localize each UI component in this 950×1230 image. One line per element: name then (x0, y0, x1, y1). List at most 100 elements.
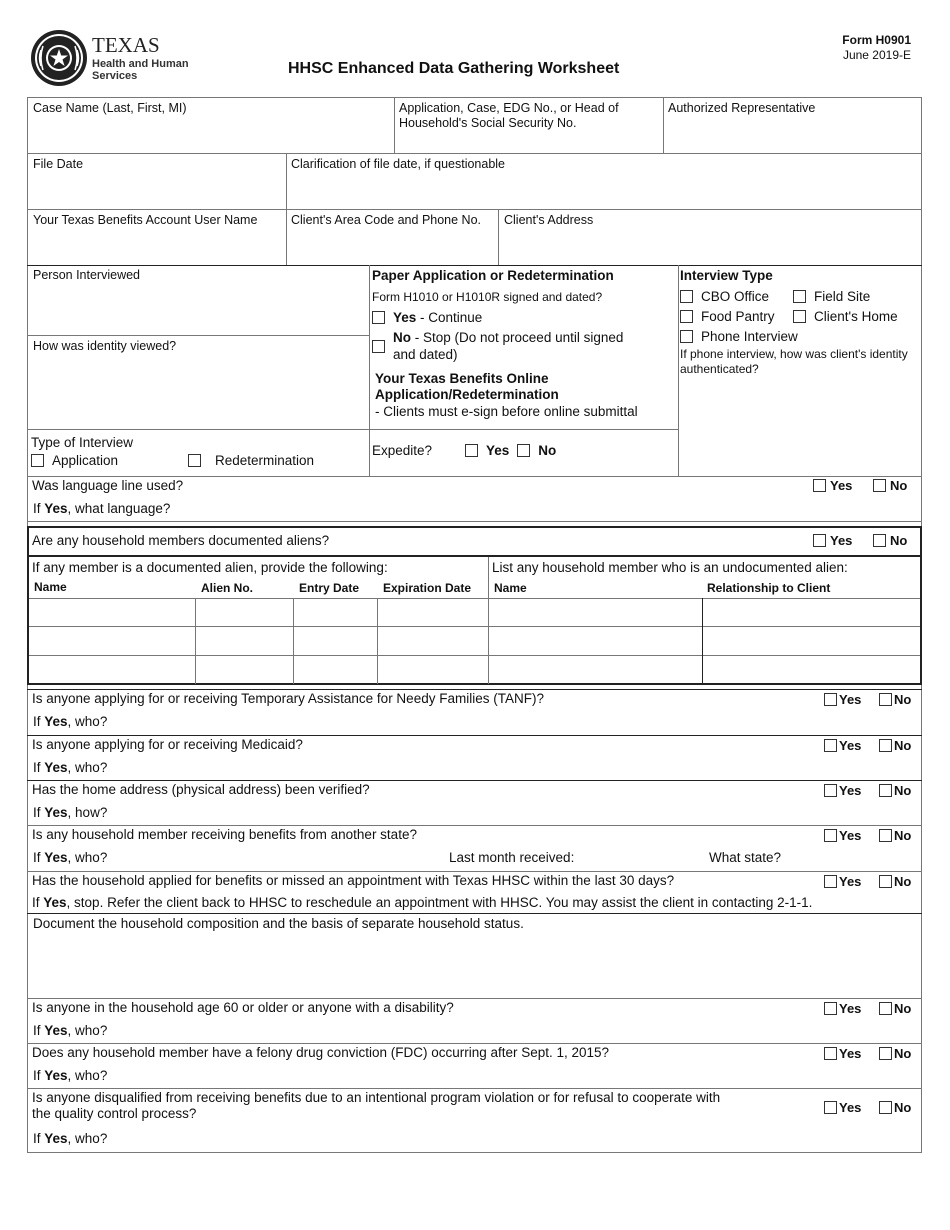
aliens-no-checkbox[interactable] (873, 534, 886, 547)
aliens-no[interactable]: No (873, 533, 907, 548)
expedite-no-checkbox[interactable] (517, 444, 531, 457)
applied-30-days-no-checkbox[interactable] (879, 875, 892, 888)
fdc-followup-field[interactable]: If Yes, who? (33, 1067, 107, 1084)
language-yes-checkbox[interactable] (813, 479, 826, 492)
field-site-checkbox[interactable] (793, 290, 806, 303)
alien-cell-expiration-date[interactable] (378, 627, 488, 653)
alien-cell-name[interactable] (30, 627, 195, 653)
age60-yes-checkbox[interactable] (824, 1002, 837, 1015)
expedite-yes-checkbox[interactable] (465, 444, 478, 457)
interview-option-clients-home[interactable]: Client's Home (793, 309, 898, 324)
file-date-clarification-field[interactable]: Clarification of file date, if questiona… (291, 157, 916, 205)
address-verified-followup-field[interactable]: If Yes, how? (33, 804, 107, 821)
clients-home-checkbox[interactable] (793, 310, 806, 323)
address-verified-no[interactable]: No (879, 783, 911, 798)
address-verified-no-checkbox[interactable] (879, 784, 892, 797)
language-yes[interactable]: Yes (813, 478, 852, 493)
medicaid-yes-checkbox[interactable] (824, 739, 837, 752)
alien-cell-entry-date[interactable] (294, 656, 377, 682)
alien-cell-name[interactable] (30, 656, 195, 682)
fdc-yes[interactable]: Yes (824, 1046, 861, 1061)
person-interviewed-field[interactable]: Person Interviewed (33, 268, 363, 332)
medicaid-followup-field[interactable]: If Yes, who? (33, 759, 107, 776)
alien-cell-alien-no[interactable] (196, 599, 293, 625)
alien-cell-expiration-date[interactable] (378, 656, 488, 682)
applied-30-days-no[interactable]: No (879, 874, 911, 889)
alien-cell-entry-date[interactable] (294, 599, 377, 625)
other-state-followup-field[interactable]: If Yes, who? (33, 849, 107, 866)
food-pantry-checkbox[interactable] (680, 310, 693, 323)
alien-cell-relationship[interactable] (703, 656, 920, 682)
expedite-yes[interactable]: Yes (465, 443, 509, 458)
type-redetermination-option[interactable]: Redetermination (188, 453, 314, 468)
disqualified-no-checkbox[interactable] (879, 1101, 892, 1114)
interview-option-field-site[interactable]: Field Site (793, 289, 870, 304)
applied-30-days-yes-checkbox[interactable] (824, 875, 837, 888)
interview-option-cbo[interactable]: CBO Office (680, 289, 793, 304)
address-verified-yes[interactable]: Yes (824, 783, 861, 798)
type-application-checkbox[interactable] (31, 454, 44, 467)
interview-option-food-pantry[interactable]: Food Pantry (680, 309, 793, 324)
expedite-no[interactable]: No (517, 443, 556, 458)
fdc-yes-checkbox[interactable] (824, 1047, 837, 1060)
other-state-yes-checkbox[interactable] (824, 829, 837, 842)
file-date-field[interactable]: File Date (33, 157, 283, 205)
language-no[interactable]: No (873, 478, 907, 493)
alien-cell-entry-date[interactable] (294, 627, 377, 653)
address-verified-yes-checkbox[interactable] (824, 784, 837, 797)
disqualified-no[interactable]: No (879, 1100, 911, 1115)
application-number-field[interactable]: Application, Case, EDG No., or Head of H… (399, 101, 659, 149)
cbo-office-checkbox[interactable] (680, 290, 693, 303)
age60-no[interactable]: No (879, 1001, 911, 1016)
alien-cell-relationship[interactable] (703, 599, 920, 625)
other-state-no-checkbox[interactable] (879, 829, 892, 842)
signed-no-checkbox[interactable] (372, 339, 385, 353)
applied-30-days-yes[interactable]: Yes (824, 874, 861, 889)
alien-cell-alien-no[interactable] (196, 627, 293, 653)
case-name-field[interactable]: Case Name (Last, First, MI) (33, 101, 388, 149)
language-no-checkbox[interactable] (873, 479, 886, 492)
age60-no-checkbox[interactable] (879, 1002, 892, 1015)
client-address-field[interactable]: Client's Address (504, 213, 916, 261)
fdc-no-checkbox[interactable] (879, 1047, 892, 1060)
interview-option-phone[interactable]: Phone Interview (680, 329, 920, 344)
signed-yes-option[interactable]: Yes - Continue (372, 310, 676, 325)
alien-cell-u-name[interactable] (489, 627, 702, 653)
tanf-no[interactable]: No (879, 692, 911, 707)
alien-cell-name[interactable] (30, 599, 195, 625)
household-composition-field[interactable]: Document the household composition and t… (33, 915, 913, 997)
aliens-yes-checkbox[interactable] (813, 534, 826, 547)
other-state-yes[interactable]: Yes (824, 828, 861, 843)
type-redetermination-checkbox[interactable] (188, 454, 201, 467)
disqualified-yes[interactable]: Yes (824, 1100, 861, 1115)
medicaid-no-checkbox[interactable] (879, 739, 892, 752)
fdc-no[interactable]: No (879, 1046, 911, 1061)
type-application-option[interactable]: Application (31, 453, 188, 468)
identity-viewed-field[interactable]: How was identity viewed? (33, 339, 363, 425)
authorized-representative-field[interactable]: Authorized Representative (668, 101, 918, 149)
age60-followup-field[interactable]: If Yes, who? (33, 1022, 107, 1039)
tanf-no-checkbox[interactable] (879, 693, 892, 706)
ytb-username-field[interactable]: Your Texas Benefits Account User Name (33, 213, 283, 261)
aliens-yes[interactable]: Yes (813, 533, 852, 548)
phone-auth-field[interactable]: If phone interview, how was client's ide… (680, 347, 920, 377)
last-month-received-field[interactable]: Last month received: (449, 849, 574, 866)
signed-yes-checkbox[interactable] (372, 311, 385, 324)
language-followup-field[interactable]: If Yes, what language? (33, 500, 170, 517)
signed-no-option[interactable]: No - Stop (Do not proceed until signed an… (372, 329, 676, 363)
age60-yes[interactable]: Yes (824, 1001, 861, 1016)
other-state-no[interactable]: No (879, 828, 911, 843)
disqualified-yes-checkbox[interactable] (824, 1101, 837, 1114)
disqualified-followup-field[interactable]: If Yes, who? (33, 1130, 107, 1147)
medicaid-no[interactable]: No (879, 738, 911, 753)
alien-cell-relationship[interactable] (703, 627, 920, 653)
alien-cell-u-name[interactable] (489, 656, 702, 682)
client-phone-field[interactable]: Client's Area Code and Phone No. (291, 213, 494, 261)
what-state-field[interactable]: What state? (709, 849, 781, 866)
phone-interview-checkbox[interactable] (680, 330, 693, 343)
tanf-followup-field[interactable]: If Yes, who? (33, 713, 107, 730)
tanf-yes[interactable]: Yes (824, 692, 861, 707)
alien-cell-expiration-date[interactable] (378, 599, 488, 625)
medicaid-yes[interactable]: Yes (824, 738, 861, 753)
alien-cell-alien-no[interactable] (196, 656, 293, 682)
